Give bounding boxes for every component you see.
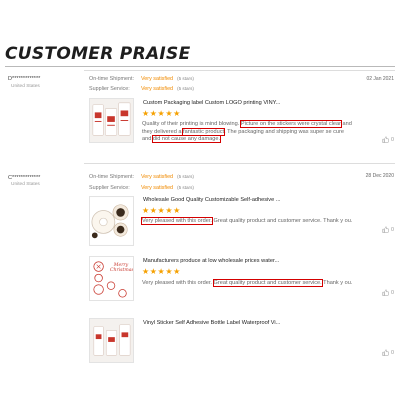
ontime-label: On-time Shipment: — [89, 174, 134, 180]
title-divider — [5, 66, 395, 67]
review-comment: Very pleased with this order. Great qual… — [142, 279, 353, 287]
thumbs-up-icon — [382, 226, 389, 233]
highlighted-phrase: did not cause any damage. — [151, 135, 222, 144]
ontime-stars: (5 stars) — [177, 76, 194, 81]
service-stars: (5 stars) — [177, 185, 194, 190]
ontime-label: On-time Shipment: — [89, 76, 134, 82]
ontime-value: Very satisfied — [141, 76, 174, 82]
product-title[interactable]: Vinyl Sticker Self Adhesive Bottle Label… — [143, 320, 280, 326]
thumb-caption: Merry Christmas — [110, 263, 134, 273]
like-button[interactable]: 0 — [382, 349, 394, 356]
product-thumbnail[interactable] — [89, 196, 134, 246]
supplier-service-row: Supplier Service: Very satisfied (5 stars) — [89, 185, 194, 191]
like-count: 0 — [391, 349, 394, 356]
star-rating: ★★★★★ — [142, 206, 181, 215]
product-thumbnail[interactable] — [89, 98, 134, 143]
review-comment: Very pleased with this order. Great qual… — [141, 217, 353, 225]
thumbs-up-icon — [382, 349, 389, 356]
product-title[interactable]: Wholesale Good Quality Customizable Self… — [143, 197, 280, 203]
highlighted-phrase: Very pleased with this order. — [141, 217, 213, 225]
like-button[interactable]: 0 — [382, 289, 394, 296]
product-thumbnail[interactable] — [89, 318, 134, 363]
ontime-shipment-row: On-time Shipment: Very satisfied (5 stars) — [89, 76, 194, 82]
reviewer-name: D************* — [8, 76, 41, 82]
review-date: 28 Dec 2020 — [365, 173, 394, 179]
service-stars: (5 stars) — [177, 86, 194, 91]
thumbs-up-icon — [382, 136, 389, 143]
star-rating: ★★★★★ — [142, 109, 181, 118]
like-count: 0 — [391, 136, 394, 143]
ontime-value: Very satisfied — [141, 174, 174, 180]
product-title[interactable]: Manufacturers produce at low wholesale p… — [143, 258, 279, 264]
like-count: 0 — [391, 226, 394, 233]
page-title: CUSTOMER PRAISE — [5, 44, 191, 64]
service-label: Supplier Service: — [89, 185, 130, 191]
reviewer-country: United States — [11, 84, 40, 89]
review-comment: Quality of their printing is mind blowin… — [142, 120, 352, 144]
product-title[interactable]: Custom Packaging label Custom LOGO print… — [143, 100, 280, 106]
product-thumbnail[interactable]: Merry Christmas — [89, 256, 134, 301]
reviewer-name: C************* — [8, 175, 41, 181]
like-button[interactable]: 0 — [382, 136, 394, 143]
like-count: 0 — [391, 289, 394, 296]
like-button[interactable]: 0 — [382, 226, 394, 233]
reviewer-country: United States — [11, 182, 40, 187]
review-divider — [84, 70, 395, 71]
service-label: Supplier Service: — [89, 86, 130, 92]
supplier-service-row: Supplier Service: Very satisfied (5 stars) — [89, 86, 194, 92]
ontime-stars: (5 stars) — [177, 174, 194, 179]
highlighted-phrase: Great quality product and customer servi… — [212, 279, 323, 287]
service-value: Very satisfied — [141, 185, 174, 191]
thumbs-up-icon — [382, 289, 389, 296]
star-rating: ★★★★★ — [142, 267, 181, 276]
highlighted-phrase: fantastic product — [182, 127, 226, 136]
ontime-shipment-row: On-time Shipment: Very satisfied (5 stars) — [89, 174, 194, 180]
highlighted-phrase: Picture on the stickers were crystal cle… — [239, 120, 342, 128]
review-divider — [84, 163, 395, 164]
service-value: Very satisfied — [141, 86, 174, 92]
review-date: 02 Jan 2021 — [366, 76, 394, 82]
